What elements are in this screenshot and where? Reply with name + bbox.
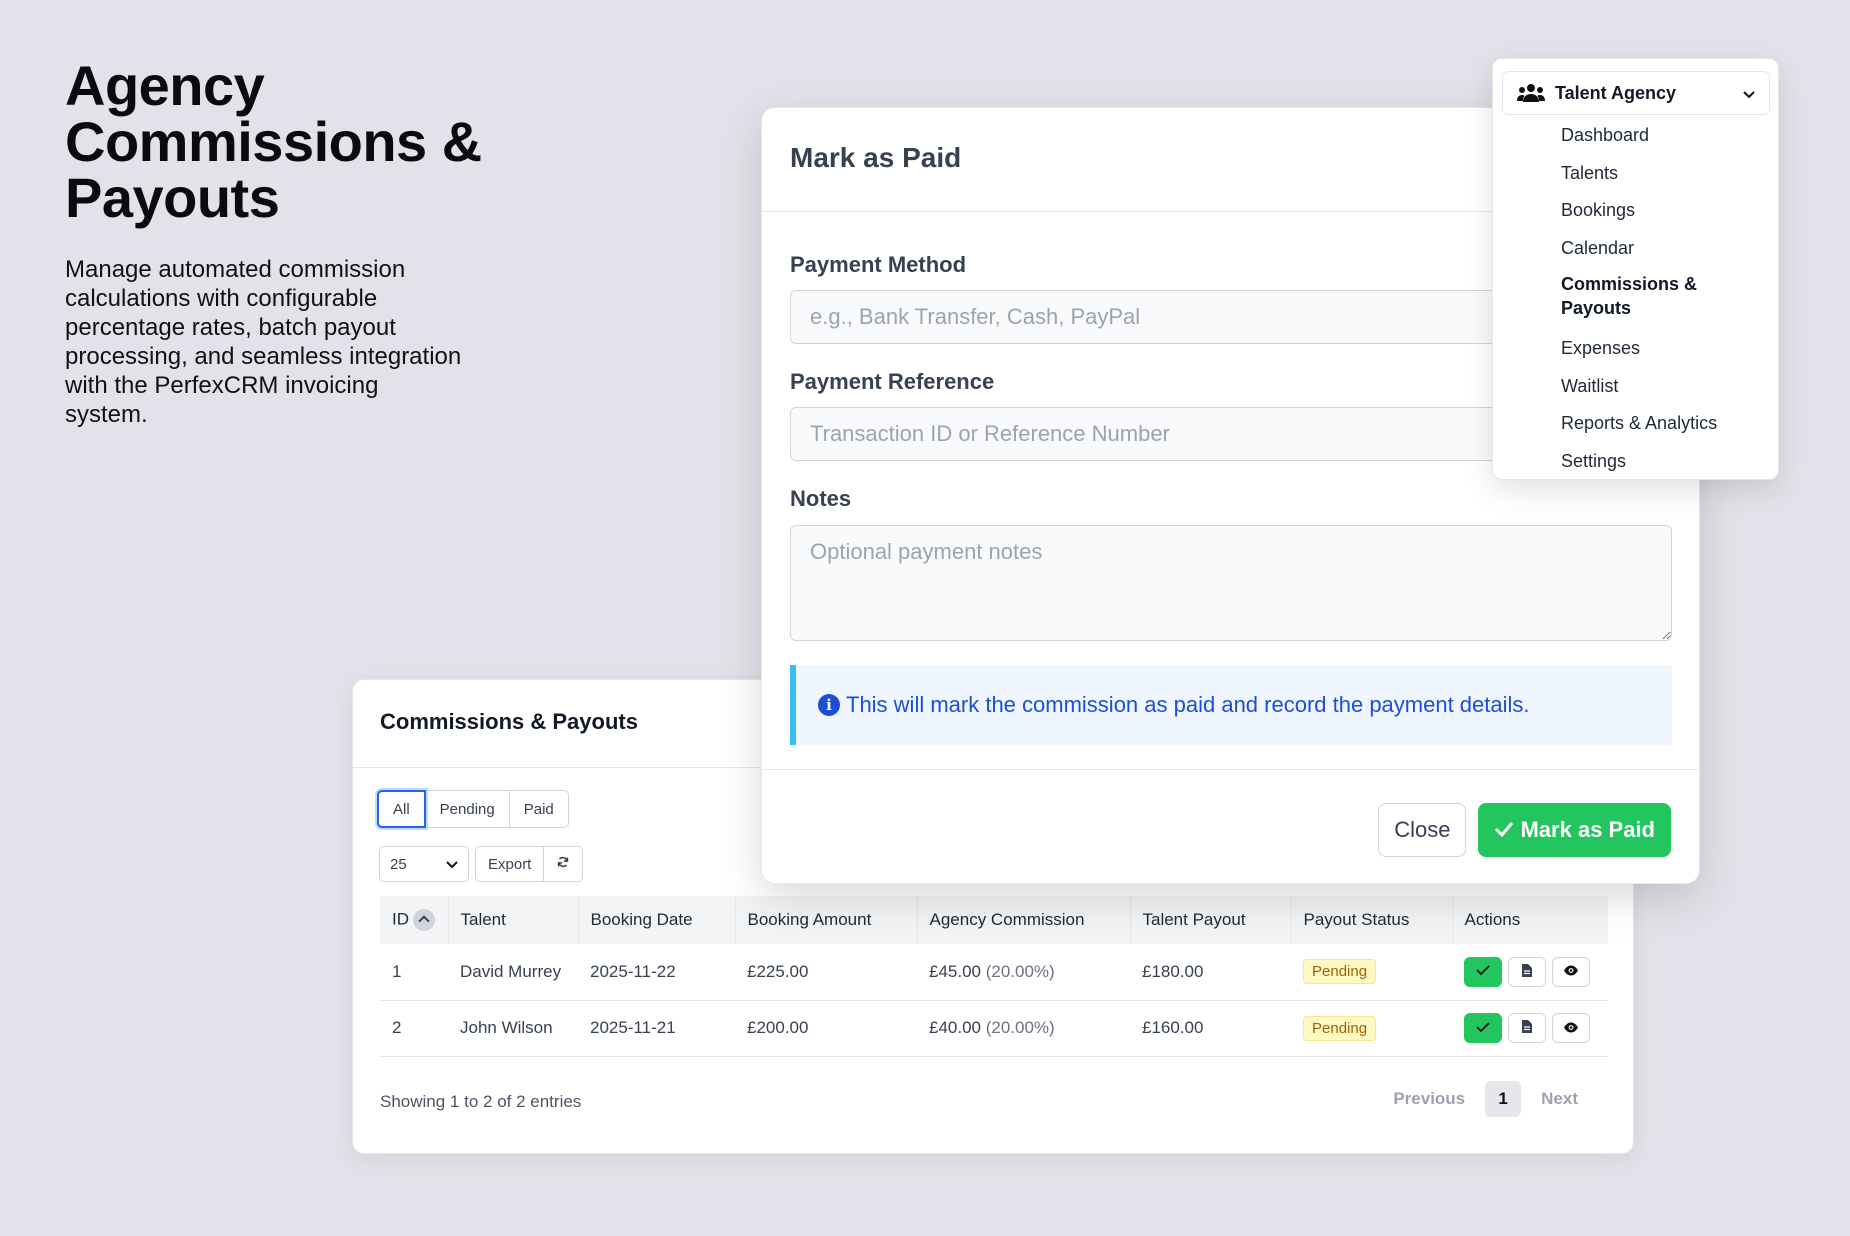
filter-paid-button[interactable]: Paid (508, 790, 569, 828)
hero-title: Agency Commissions & Payouts (65, 54, 482, 229)
invoice-button[interactable] (1508, 956, 1546, 987)
refresh-button[interactable] (543, 846, 584, 882)
cell-talent: John Wilson (448, 1000, 578, 1057)
sort-ascending-icon[interactable] (413, 909, 435, 931)
nav-dropdown: Talent Agency Dashboard Talents Bookings… (1492, 58, 1779, 480)
nav-dropdown-toggle[interactable]: Talent Agency (1502, 71, 1770, 115)
cell-id: 2 (380, 1000, 448, 1057)
mark-as-paid-button[interactable]: Mark as Paid (1478, 803, 1671, 857)
cell-booking-amount: £200.00 (735, 1000, 917, 1057)
cell-talent-payout: £160.00 (1130, 1000, 1291, 1057)
cell-actions (1452, 1000, 1608, 1057)
filter-all-button[interactable]: All (377, 790, 426, 828)
cell-talent-payout: £180.00 (1130, 944, 1291, 1001)
cell-payout-status: Pending (1291, 944, 1452, 1001)
column-header-talent-payout[interactable]: Talent Payout (1129, 896, 1291, 944)
filter-pending-button[interactable]: Pending (424, 790, 510, 828)
close-button[interactable]: Close (1378, 803, 1467, 857)
nav-item-bookings[interactable]: Bookings (1561, 197, 1731, 235)
pagination-next[interactable]: Next (1541, 1089, 1578, 1109)
nav-item-dashboard[interactable]: Dashboard (1561, 122, 1731, 160)
check-icon (1494, 817, 1514, 843)
hero-description: Manage automated commission calculations… (65, 256, 462, 428)
cell-agency-commission: £40.00 (20.00%) (917, 1000, 1130, 1057)
refresh-icon (556, 855, 570, 873)
pagination-page-current[interactable]: 1 (1485, 1081, 1522, 1117)
commission-amount: £40.00 (929, 1018, 981, 1037)
pagination-previous[interactable]: Previous (1393, 1089, 1465, 1109)
commission-amount: £45.00 (929, 961, 981, 981)
export-button[interactable]: Export (475, 846, 545, 882)
modal-actions: Close Mark as Paid (1378, 803, 1671, 857)
nav-item-talents[interactable]: Talents (1561, 160, 1731, 198)
nav-item-expenses[interactable]: Expenses (1561, 335, 1731, 373)
column-header-id[interactable]: ID (380, 896, 448, 944)
commission-rate: (20.00%) (985, 1018, 1055, 1037)
cell-payout-status: Pending (1291, 1000, 1452, 1057)
view-button[interactable] (1552, 956, 1590, 987)
status-filter-group: All Pending Paid (377, 790, 569, 828)
commissions-table: ID Talent Booking Date Booking Amount Ag… (380, 896, 1608, 1057)
column-header-talent[interactable]: Talent (447, 896, 578, 944)
eye-icon (1563, 964, 1579, 979)
commission-rate: (20.00%) (985, 961, 1055, 981)
modal-divider (762, 769, 1699, 770)
column-header-booking-amount[interactable]: Booking Amount (734, 896, 917, 944)
chevron-down-icon (446, 856, 458, 873)
invoice-button[interactable] (1508, 1013, 1546, 1043)
table-row: 1 David Murrey 2025-11-22 £225.00 £45.00… (380, 944, 1608, 1001)
view-button[interactable] (1552, 1013, 1590, 1043)
mark-paid-button[interactable] (1464, 956, 1502, 987)
pagination: Previous 1 Next (1393, 1081, 1578, 1117)
nav-item-reports-analytics[interactable]: Reports & Analytics (1561, 410, 1731, 448)
notes-label: Notes (790, 486, 852, 511)
cell-actions (1452, 944, 1608, 1001)
chevron-down-icon (1743, 83, 1755, 104)
nav-item-commissions-payouts[interactable]: Commissions & Payouts (1561, 272, 1731, 335)
status-badge: Pending (1303, 959, 1377, 985)
payment-method-label: Payment Method (790, 252, 967, 277)
column-header-agency-commission[interactable]: Agency Commission (916, 896, 1130, 944)
mark-as-paid-label: Mark as Paid (1520, 817, 1655, 842)
nav-header-label: Talent Agency (1555, 82, 1677, 103)
file-icon (1521, 963, 1533, 981)
check-icon (1476, 1021, 1490, 1036)
payment-reference-label: Payment Reference (790, 369, 995, 394)
cell-booking-amount: £225.00 (735, 944, 917, 1001)
cell-booking-date: 2025-11-22 (578, 944, 735, 1001)
check-icon (1476, 964, 1490, 979)
cell-id: 1 (380, 944, 448, 1001)
mark-paid-button[interactable] (1464, 1013, 1502, 1043)
info-alert-text: This will mark the commission as paid an… (846, 692, 1530, 717)
page-size-value: 25 (390, 855, 407, 873)
column-header-actions: Actions (1451, 896, 1608, 944)
page-size-select[interactable]: 25 (379, 846, 469, 882)
column-header-payout-status[interactable]: Payout Status (1290, 896, 1452, 944)
nav-item-calendar[interactable]: Calendar (1561, 235, 1731, 273)
column-header-booking-date[interactable]: Booking Date (577, 896, 735, 944)
table-tools: 25 Export (379, 846, 584, 882)
cell-booking-date: 2025-11-21 (578, 1000, 735, 1057)
nav-item-settings[interactable]: Settings (1561, 448, 1731, 486)
cell-agency-commission: £45.00 (20.00%) (917, 944, 1130, 1001)
cell-talent: David Murrey (448, 944, 578, 1001)
nav-menu: Dashboard Talents Bookings Calendar Comm… (1561, 122, 1731, 485)
users-icon (1517, 83, 1545, 103)
info-alert: i This will mark the commission as paid … (790, 665, 1672, 745)
table-header-row: ID Talent Booking Date Booking Amount Ag… (380, 896, 1608, 944)
table-row: 2 John Wilson 2025-11-21 £200.00 £40.00 … (380, 1000, 1608, 1057)
nav-item-waitlist[interactable]: Waitlist (1561, 373, 1731, 411)
status-badge: Pending (1303, 1015, 1377, 1041)
table-info: Showing 1 to 2 of 2 entries (380, 1092, 582, 1111)
eye-icon (1563, 1021, 1579, 1036)
info-icon: i (818, 694, 840, 716)
file-icon (1521, 1019, 1533, 1037)
notes-textarea[interactable] (790, 525, 1672, 641)
